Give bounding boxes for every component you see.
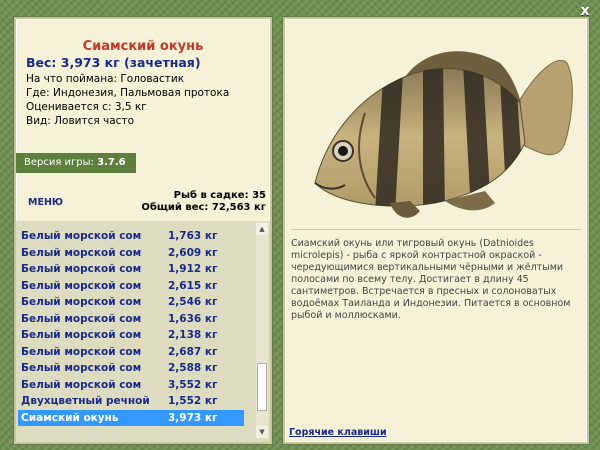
scrollbar[interactable]: ▲ ▼ [256, 223, 268, 438]
catch-item-weight: 1,763 кг [168, 230, 218, 242]
catch-item-name: Белый морской сом [21, 263, 142, 275]
catch-item-name: Белый морской сом [21, 246, 142, 259]
catch-item-name: Белый морской сом [21, 296, 142, 308]
hotkeys-link[interactable]: Горячие клавиши [289, 427, 387, 438]
catch-item-weight: 1,912 кг [168, 263, 218, 275]
catch-item-name: Белый морской сом [21, 362, 142, 374]
catch-item-weight: 2,687 кг [168, 345, 218, 358]
catch-list[interactable]: ▲ ▼ Белый морской сом 1,763 кг Белый морск… [16, 221, 270, 442]
total-weight: Общий вес: 72,563 кг [141, 202, 266, 213]
fish-weight: Вес: 3,973 кг (зачетная) [26, 55, 201, 70]
catch-item-weight: 2,546 кг [168, 296, 218, 308]
catch-list-item[interactable]: Белый морской сом 2,615 кг [18, 278, 244, 295]
catch-list-item[interactable]: Белый морской сом 1,763 кг [18, 228, 244, 245]
catch-list-item[interactable]: Белый морской сом 2,609 кг [18, 245, 244, 262]
fish-rated: Оценивается с: 3,5 кг [26, 101, 147, 113]
catch-item-weight: 2,615 кг [168, 279, 218, 292]
cage-stats: Рыб в садке: 35 Общий вес: 72,563 кг [141, 190, 266, 214]
fish-description: Сиамский окунь или тигровый окунь (Datni… [291, 238, 571, 321]
catch-list-item[interactable]: Белый морской сом 2,588 кг [18, 360, 244, 377]
catch-item-weight: 2,588 кг [168, 362, 218, 374]
catch-item-name: Белый морской сом [21, 345, 142, 358]
catch-list-item[interactable]: Двухцветный речной у... 1,552 кг [18, 393, 244, 410]
catch-list-item[interactable]: Белый морской сом 1,912 кг [18, 261, 244, 278]
version-label: Версия игры: [24, 157, 94, 168]
catch-item-name: Двухцветный речной у... [21, 395, 151, 407]
catch-item-weight: 3,552 кг [168, 378, 218, 391]
catch-item-weight: 2,609 кг [168, 246, 218, 259]
catch-item-name: Белый морской сом [21, 279, 142, 292]
catch-list-item[interactable]: Сиамский окунь 3,973 кг [18, 409, 244, 426]
version-value: 3.7.6 [97, 157, 126, 168]
catch-item-name: Белый морской сом [21, 230, 142, 242]
catch-item-weight: 3,973 кг [168, 411, 218, 424]
fish-location: Где: Индонезия, Пальмовая протока [26, 87, 230, 99]
fish-details-panel: Сиамский окунь или тигровый окунь (Datni… [283, 17, 589, 444]
catch-item-name: Белый морской сом [21, 329, 142, 341]
catch-list-item[interactable]: Белый морской сом 2,687 кг [18, 344, 244, 361]
menu-button[interactable]: МЕНЮ [28, 197, 63, 208]
catch-item-name: Белый морской сом [21, 312, 142, 325]
fish-count: Рыб в садке: 35 [173, 190, 266, 201]
scroll-thumb[interactable] [257, 363, 267, 411]
catch-item-name: Сиамский окунь [21, 411, 119, 424]
catch-item-weight: 2,138 кг [168, 329, 218, 341]
catch-item-weight: 1,636 кг [168, 312, 218, 325]
fish-title: Сиамский окунь [82, 39, 204, 54]
catch-item-weight: 1,552 кг [168, 395, 218, 407]
fish-bait: На что поймана: Головастик [26, 73, 185, 85]
catch-item-name: Белый морской сом [21, 378, 142, 391]
catch-list-item[interactable]: Белый морской сом 3,552 кг [18, 377, 244, 394]
fish-kind: Вид: Ловится часто [26, 115, 134, 127]
version-badge: Версия игры: 3.7.6 [16, 153, 136, 173]
catch-list-item[interactable]: Белый морской сом 2,138 кг [18, 327, 244, 344]
catch-list-item[interactable]: Белый морской сом 2,546 кг [18, 294, 244, 311]
catch-info-panel: Сиамский окунь Вес: 3,973 кг (зачетная) … [14, 17, 272, 444]
scroll-down-icon[interactable]: ▼ [256, 426, 268, 438]
fish-image [314, 51, 573, 218]
divider [291, 229, 581, 230]
scroll-up-icon[interactable]: ▲ [256, 223, 268, 235]
close-button[interactable]: x [578, 4, 592, 18]
catch-list-item[interactable]: Белый морской сом 1,636 кг [18, 311, 244, 328]
